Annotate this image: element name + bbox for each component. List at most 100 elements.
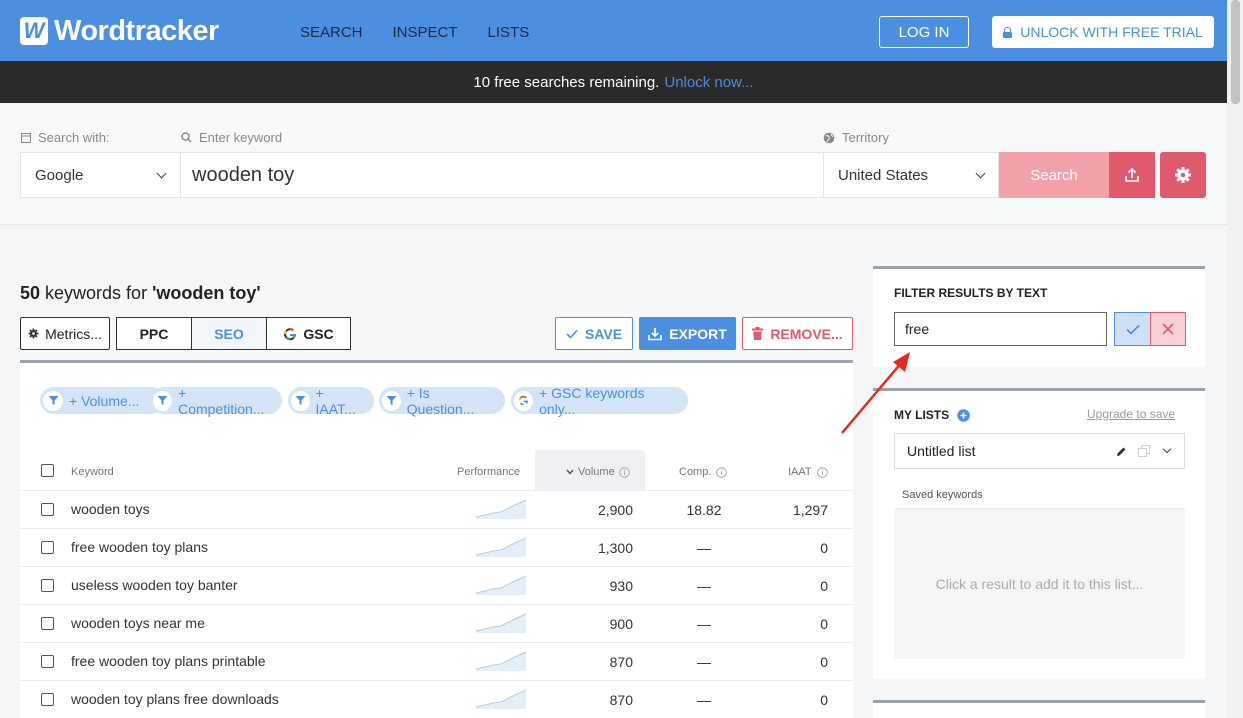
main-nav: SEARCH INSPECT LISTS (300, 24, 529, 41)
results-query: 'wooden toy' (152, 283, 261, 303)
table-row[interactable]: wooden toy plans free downloads 870 — 0 (20, 680, 853, 718)
gear-icon (1175, 167, 1191, 183)
row-checkbox[interactable] (41, 541, 54, 554)
table-row[interactable]: wooden toys 2,900 18.82 1,297 (20, 490, 853, 528)
search-icon (181, 132, 192, 143)
nav-inspect[interactable]: INSPECT (393, 24, 458, 41)
row-keyword[interactable]: wooden toys (71, 501, 150, 517)
apply-filter-button[interactable] (1114, 312, 1150, 346)
login-button[interactable]: LOG IN (879, 16, 969, 48)
performance-sparkline (475, 613, 527, 633)
column-volume[interactable]: Volume (566, 466, 630, 478)
nav-lists[interactable]: LISTS (488, 24, 530, 41)
clear-filter-button[interactable] (1150, 312, 1186, 346)
engine-value: Google (35, 166, 84, 184)
info-icon[interactable] (816, 466, 828, 478)
row-checkbox[interactable] (41, 655, 54, 668)
table-row[interactable]: free wooden toy plans printable 870 — 0 (20, 642, 853, 680)
row-checkbox[interactable] (41, 693, 54, 706)
engine-select[interactable]: Google (20, 152, 181, 198)
column-iaat-label: IAAT (788, 466, 812, 478)
filter-chip-iaat[interactable]: + IAAT... (288, 385, 374, 417)
table-row[interactable]: wooden toys near me 900 — 0 (20, 604, 853, 642)
filter-chip-label: + Is Question... (406, 384, 475, 417)
filter-panel: FILTER RESULTS BY TEXT free (873, 266, 1205, 367)
google-icon (284, 327, 297, 340)
territory-select[interactable]: United States (823, 152, 999, 198)
territory-value: United States (838, 166, 929, 184)
tab-gsc[interactable]: GSC (266, 317, 351, 350)
globe-icon (823, 132, 835, 143)
filter-chip-is-question[interactable]: + Is Question... (379, 384, 505, 417)
row-checkbox[interactable] (41, 579, 54, 592)
my-lists-panel: MY LISTS Upgrade to save Untitled list S… (873, 388, 1205, 679)
unlock-free-trial-button[interactable]: UNLOCK WITH FREE TRIAL (992, 16, 1214, 48)
copy-icon[interactable] (1138, 445, 1150, 457)
info-icon[interactable] (716, 466, 728, 478)
metrics-label: Metrics... (45, 325, 102, 342)
select-all-checkbox[interactable] (41, 464, 54, 477)
next-panel (873, 700, 1205, 718)
column-comp-label: Comp. (679, 466, 712, 478)
results-heading: 50 keywords for 'wooden toy' (20, 283, 261, 304)
performance-sparkline (475, 575, 527, 595)
row-volume: 900 (609, 616, 633, 632)
row-keyword[interactable]: free wooden toy plans (71, 539, 208, 555)
column-comp[interactable]: Comp. (679, 466, 728, 478)
row-comp: — (697, 578, 711, 594)
upload-button[interactable] (1109, 152, 1155, 198)
column-iaat[interactable]: IAAT (788, 466, 828, 478)
upgrade-to-save-link[interactable]: Upgrade to save (1087, 407, 1175, 421)
sort-down-icon (566, 469, 574, 475)
row-keyword[interactable]: wooden toys near me (71, 615, 205, 631)
close-icon (1162, 323, 1174, 335)
row-keyword[interactable]: useless wooden toy banter (71, 577, 238, 593)
row-keyword[interactable]: wooden toy plans free downloads (71, 691, 279, 707)
list-select[interactable]: Untitled list (894, 433, 1185, 469)
page-scrollbar[interactable] (1227, 0, 1243, 718)
row-comp: — (697, 692, 711, 708)
row-volume: 870 (609, 692, 633, 708)
export-button[interactable]: EXPORT (639, 317, 736, 350)
save-label: SAVE (584, 325, 623, 342)
keyword-input[interactable]: wooden toy (180, 152, 824, 198)
filter-chip-competition[interactable]: + Competition... (150, 385, 282, 417)
remove-button[interactable]: REMOVE... (742, 317, 853, 350)
search-button[interactable]: Search (999, 152, 1109, 198)
save-button[interactable]: SAVE (555, 317, 633, 350)
unlock-now-link[interactable]: Unlock now... (664, 74, 753, 91)
logo-mark: W (20, 17, 48, 45)
settings-button[interactable] (1160, 152, 1206, 198)
add-list-icon[interactable] (957, 408, 970, 422)
pencil-icon[interactable] (1116, 446, 1127, 457)
row-checkbox[interactable] (41, 503, 54, 516)
info-icon[interactable] (618, 466, 630, 478)
column-keyword[interactable]: Keyword (71, 466, 114, 478)
row-iaat: 0 (820, 692, 828, 708)
tab-seo[interactable]: SEO (191, 317, 267, 350)
lock-icon (1003, 26, 1013, 38)
tab-ppc[interactable]: PPC (116, 317, 192, 350)
empty-list-text: Click a result to add it to this list... (935, 576, 1144, 592)
table-row[interactable]: free wooden toy plans 1,300 — 0 (20, 528, 853, 566)
my-lists-title: MY LISTS (894, 408, 950, 422)
scrollbar-thumb[interactable] (1231, 0, 1240, 104)
logo[interactable]: W Wordtracker (20, 15, 219, 47)
chevron-down-icon (1162, 444, 1172, 454)
row-checkbox[interactable] (41, 617, 54, 630)
search-with-text: Search with: (38, 130, 110, 145)
saved-keywords-dropzone: Click a result to add it to this list... (894, 508, 1185, 659)
nav-search[interactable]: SEARCH (300, 24, 363, 41)
row-keyword[interactable]: free wooden toy plans printable (71, 653, 266, 669)
row-comp: — (697, 616, 711, 632)
keyword-value: wooden toy (192, 163, 295, 186)
row-volume: 2,900 (597, 502, 633, 518)
filter-text-input[interactable]: free (894, 312, 1107, 346)
filter-chip-label: + Volume... (69, 392, 140, 409)
column-performance[interactable]: Performance (457, 466, 520, 478)
territory-label-text: Territory (842, 130, 889, 145)
metrics-button[interactable]: Metrics... (20, 317, 110, 350)
filter-chip-volume[interactable]: + Volume... (40, 387, 165, 414)
filter-chip-gsc[interactable]: + GSC keywords only... (511, 385, 688, 417)
table-row[interactable]: useless wooden toy banter 930 — 0 (20, 566, 853, 604)
